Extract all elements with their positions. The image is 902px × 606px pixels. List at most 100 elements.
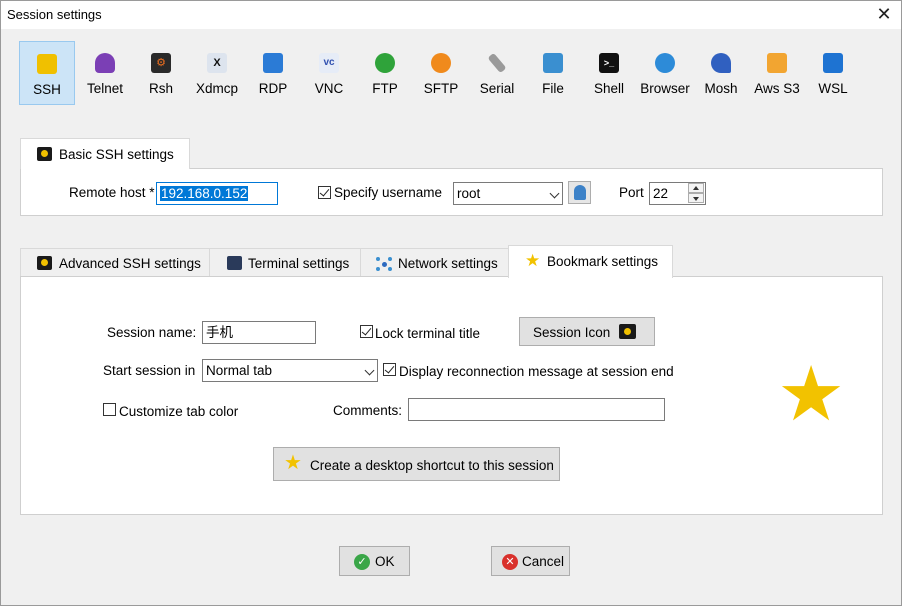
- create-desktop-shortcut-button[interactable]: ★ Create a desktop shortcut to this sess…: [273, 447, 560, 481]
- customize-tab-color-label: Customize tab color: [119, 404, 239, 419]
- mosh-icon: [711, 53, 731, 73]
- comments-input[interactable]: [408, 398, 665, 421]
- browser-icon: [655, 53, 675, 73]
- protocol-aws-s3[interactable]: Aws S3: [749, 41, 805, 105]
- protocol-ftp[interactable]: FTP: [357, 41, 413, 105]
- remote-host-value: 192.168.0.152: [160, 186, 249, 201]
- specify-username-checkbox[interactable]: [318, 186, 331, 199]
- protocol-mosh[interactable]: Mosh: [693, 41, 749, 105]
- session-name-label: Session name:: [107, 325, 197, 340]
- reconnection-message-label: Display reconnection message at session …: [399, 364, 674, 379]
- session-icon-label: Session Icon: [533, 325, 611, 340]
- tab-label: Network settings: [398, 256, 498, 271]
- protocol-label: RDP: [258, 81, 288, 96]
- vnc-icon: vc: [319, 53, 339, 73]
- lock-terminal-title-label: Lock terminal title: [375, 326, 481, 341]
- tab-basic-ssh-settings[interactable]: Basic SSH settings: [20, 138, 190, 169]
- protocol-shell[interactable]: >_ Shell: [581, 41, 637, 105]
- tab-bookmark-settings[interactable]: ★ Bookmark settings: [508, 245, 673, 278]
- protocol-label: Aws S3: [754, 81, 800, 96]
- port-label: Port: [619, 185, 644, 200]
- protocol-sftp[interactable]: SFTP: [413, 41, 469, 105]
- username-select[interactable]: root: [453, 182, 563, 205]
- tab-label: Bookmark settings: [547, 254, 659, 269]
- wsl-icon: [823, 53, 843, 73]
- session-icon-button[interactable]: Session Icon: [519, 317, 655, 346]
- protocol-browser[interactable]: Browser: [637, 41, 693, 105]
- protocol-label: WSL: [818, 81, 848, 96]
- protocol-label: SFTP: [423, 81, 459, 96]
- terminal-icon: [227, 256, 242, 270]
- protocol-label: Shell: [593, 81, 625, 96]
- create-desktop-shortcut-label: Create a desktop shortcut to this sessio…: [310, 458, 554, 473]
- protocol-vnc[interactable]: vc VNC: [301, 41, 357, 105]
- username-value: root: [457, 186, 481, 201]
- remote-host-label: Remote host *: [69, 185, 155, 200]
- customize-tab-color-checkbox[interactable]: [103, 403, 116, 416]
- ftp-icon: [375, 53, 395, 73]
- close-button[interactable]: ✕: [867, 1, 901, 29]
- protocol-rdp[interactable]: RDP: [245, 41, 301, 105]
- protocol-rsh[interactable]: ⚙ Rsh: [133, 41, 189, 105]
- user-icon: [574, 185, 586, 200]
- protocol-file[interactable]: File: [525, 41, 581, 105]
- cancel-button[interactable]: ✕ Cancel: [491, 546, 570, 576]
- ok-button[interactable]: ✓ OK: [339, 546, 410, 576]
- protocol-serial[interactable]: Serial: [469, 41, 525, 105]
- ok-label: OK: [375, 554, 395, 569]
- tab-terminal-settings[interactable]: Terminal settings: [209, 248, 361, 277]
- key-icon: [37, 256, 52, 270]
- tab-network-settings[interactable]: Network settings: [360, 248, 509, 277]
- star-icon: ★: [525, 251, 541, 270]
- start-session-value: Normal tab: [206, 363, 273, 378]
- port-increment-button[interactable]: [688, 183, 704, 193]
- chevron-down-icon: [549, 188, 560, 199]
- star-icon: ★: [284, 452, 302, 474]
- protocol-toolbar: SSH Telnet ⚙ Rsh X Xdmcp RDP vc VNC FTP …: [19, 41, 869, 107]
- file-icon: [543, 53, 563, 73]
- tab-label: Terminal settings: [248, 256, 350, 271]
- protocol-label: Xdmcp: [195, 81, 239, 96]
- session-name-value: 手机: [206, 325, 233, 340]
- rsh-icon: ⚙: [151, 53, 171, 73]
- start-session-label: Start session in: [103, 363, 196, 378]
- protocol-label: SSH: [33, 82, 61, 97]
- rdp-icon: [263, 53, 283, 73]
- reconnection-message-checkbox[interactable]: [383, 363, 396, 376]
- protocol-label: VNC: [314, 81, 344, 96]
- protocol-ssh[interactable]: SSH: [19, 41, 75, 105]
- protocol-wsl[interactable]: WSL: [805, 41, 861, 105]
- tab-label: Basic SSH settings: [59, 147, 174, 162]
- port-decrement-button[interactable]: [688, 193, 704, 203]
- ssh-key-icon: [37, 54, 57, 74]
- title-bar: Session settings ✕: [1, 1, 901, 29]
- protocol-label: Mosh: [704, 81, 738, 96]
- tab-advanced-ssh-settings[interactable]: Advanced SSH settings: [20, 248, 210, 277]
- checkmark-icon: ✓: [354, 554, 370, 570]
- bookmark-star-icon: ★: [777, 352, 846, 437]
- lock-terminal-title-checkbox[interactable]: [360, 325, 373, 338]
- xdmcp-icon: X: [207, 53, 227, 73]
- comments-label: Comments:: [333, 403, 403, 418]
- protocol-label: File: [542, 81, 564, 96]
- window-title: Session settings: [7, 7, 102, 22]
- key-icon: [619, 324, 636, 339]
- protocol-label: Serial: [479, 81, 515, 96]
- port-value: 22: [653, 186, 669, 201]
- telnet-icon: [95, 53, 115, 73]
- protocol-xdmcp[interactable]: X Xdmcp: [189, 41, 245, 105]
- chevron-down-icon: [364, 365, 375, 376]
- protocol-label: Browser: [640, 81, 690, 96]
- protocol-label: Rsh: [148, 81, 173, 96]
- remote-host-input[interactable]: 192.168.0.152: [156, 182, 278, 205]
- cancel-icon: ✕: [502, 554, 518, 570]
- key-icon: [37, 147, 52, 161]
- serial-icon: [487, 52, 507, 74]
- session-name-input[interactable]: 手机: [202, 321, 316, 344]
- shell-icon: >_: [599, 53, 619, 73]
- bookmark-settings-panel: Session name: 手机 Lock terminal title Ses…: [20, 276, 883, 515]
- session-settings-dialog: Session settings ✕ SSH Telnet ⚙ Rsh X Xd…: [0, 0, 902, 606]
- protocol-telnet[interactable]: Telnet: [77, 41, 133, 105]
- user-manager-button[interactable]: [568, 181, 591, 204]
- start-session-select[interactable]: Normal tab: [202, 359, 378, 382]
